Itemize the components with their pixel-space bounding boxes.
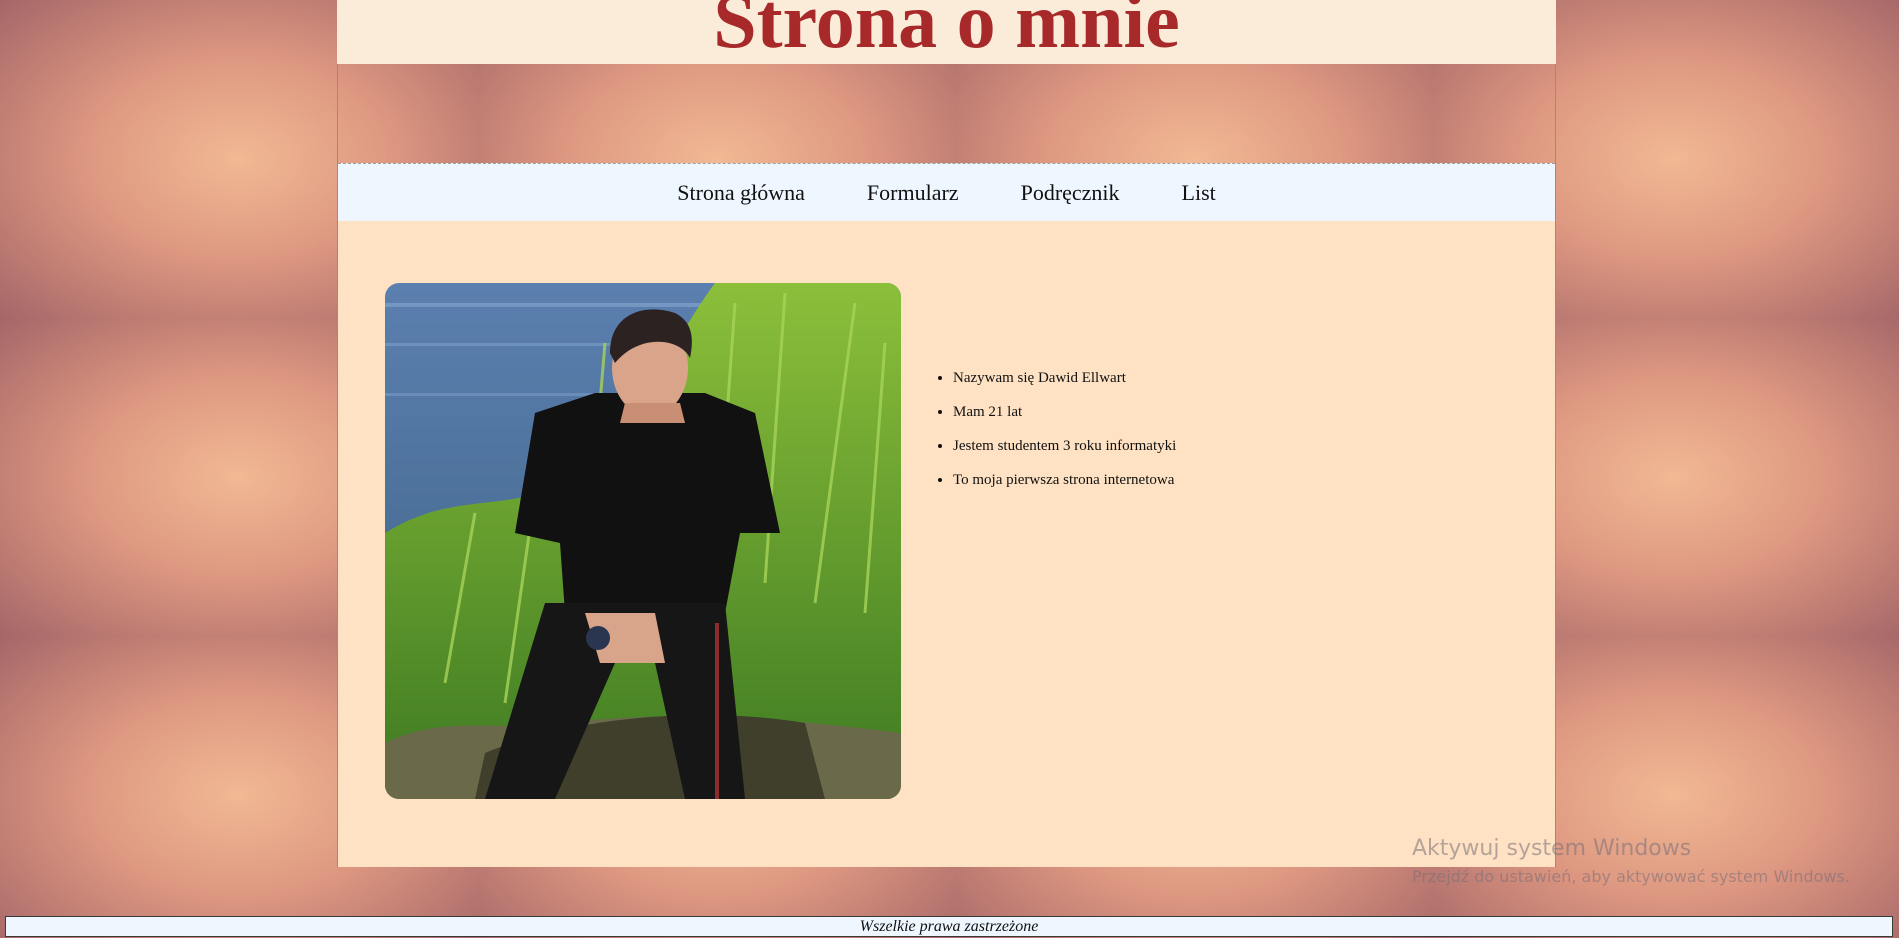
windows-activation-watermark: Aktywuj system Windows Przejdź do ustawi… <box>1412 836 1850 886</box>
about-info: Nazywam się Dawid Ellwart Mam 21 lat Jes… <box>923 369 1176 505</box>
profile-photo <box>385 283 901 799</box>
list-item: Jestem studentem 3 roku informatyki <box>953 437 1176 455</box>
page-header: Strona o mnie <box>337 0 1556 64</box>
list-item: Mam 21 lat <box>953 403 1176 421</box>
nav-link-form[interactable]: Formularz <box>867 180 959 206</box>
nav-link-letter[interactable]: List <box>1182 180 1216 206</box>
nav-link-manual[interactable]: Podręcznik <box>1021 180 1120 206</box>
nav-link-home[interactable]: Strona główna <box>677 180 805 206</box>
list-item: To moja pierwsza strona internetowa <box>953 471 1176 489</box>
list-item: Nazywam się Dawid Ellwart <box>953 369 1176 387</box>
activation-subtitle: Przejdź do ustawień, aby aktywować syste… <box>1412 867 1850 886</box>
facts-list: Nazywam się Dawid Ellwart Mam 21 lat Jes… <box>923 369 1176 489</box>
page-footer: Wszelkie prawa zastrzeżone <box>5 916 1893 937</box>
page-title: Strona o mnie <box>713 0 1180 64</box>
main-nav: Strona główna Formularz Podręcznik List <box>338 163 1555 222</box>
activation-title: Aktywuj system Windows <box>1412 836 1692 861</box>
copyright-text: Wszelkie prawa zastrzeżone <box>859 918 1039 935</box>
main-content: Nazywam się Dawid Ellwart Mam 21 lat Jes… <box>338 221 1555 867</box>
